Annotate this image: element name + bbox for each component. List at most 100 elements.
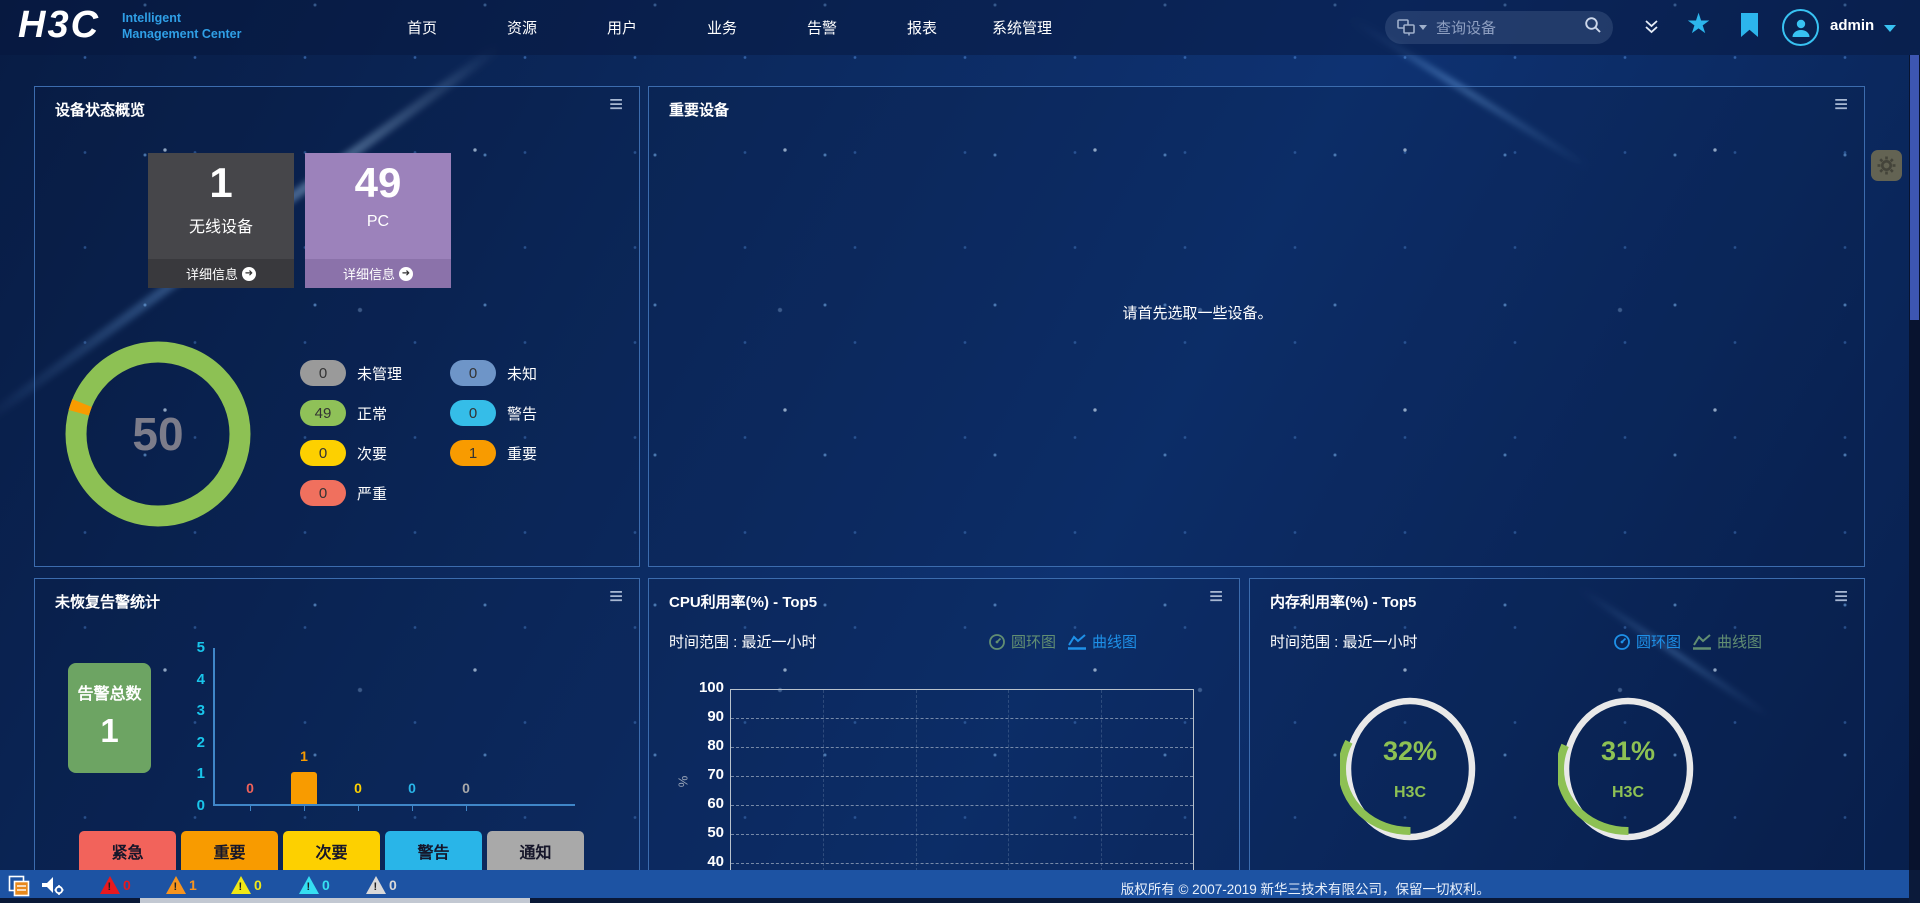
nav-item-home[interactable]: 首页 (372, 17, 472, 38)
button-minor[interactable]: 次要 (283, 831, 380, 871)
widget-settings-button[interactable] (1871, 150, 1902, 181)
button-notice[interactable]: 通知 (487, 831, 584, 871)
important-devices-panel: 重要设备 ≡ 请首先选取一些设备。 (648, 86, 1865, 567)
warning-triangle-icon: ! (299, 876, 319, 894)
footer-alarm-major[interactable]: ! 1 (166, 876, 197, 894)
footer-alarm-urgent[interactable]: ! 0 (100, 876, 131, 894)
alarm-bar-slot-警告: 0 (385, 648, 439, 811)
critical-count-pill[interactable]: 0 (300, 480, 346, 506)
status-legend-col2: 0 未知 0 警告 1 重要 (450, 360, 537, 480)
search-type-caret-icon[interactable] (1419, 25, 1427, 30)
favorites-star-icon[interactable]: ★ (1686, 7, 1711, 40)
cpu-y-axis-unit: % (675, 775, 691, 788)
alarm-bar-value: 1 (300, 748, 308, 765)
main-nav: 首页 资源 用户 业务 告警 报表 系统管理 (372, 0, 1072, 55)
alarm-count: 0 (254, 877, 262, 893)
search-placeholder[interactable]: 查询设备 (1436, 17, 1584, 38)
alarm-y-tick: 0 (196, 797, 205, 814)
alarm-bar-slot-通知: 0 (439, 648, 493, 811)
alarm-bar-value: 0 (462, 780, 470, 796)
cpu-y-tick: 40 (707, 853, 724, 870)
ring-view-toggle[interactable]: 圆环图 (988, 631, 1056, 652)
alarm-bar-value: 0 (408, 780, 416, 796)
collapse-chevron-icon[interactable] (1643, 19, 1660, 41)
horizontal-scrollbar-thumb[interactable] (140, 898, 530, 903)
footer-alarm-minor[interactable]: ! 0 (231, 876, 262, 894)
alarm-y-tick: 3 (196, 702, 205, 720)
nav-item-system[interactable]: 系统管理 (972, 17, 1072, 38)
normal-count-pill[interactable]: 49 (300, 400, 346, 426)
gauge-icon (989, 633, 1005, 650)
ring-view-toggle[interactable]: 圆环图 (1613, 631, 1681, 652)
device-search-box[interactable]: 查询设备 (1385, 11, 1613, 44)
line-view-toggle[interactable]: 曲线图 (1067, 631, 1137, 652)
username[interactable]: admin (1830, 17, 1874, 34)
button-warning[interactable]: 警告 (385, 831, 482, 871)
unmanaged-count-pill[interactable]: 0 (300, 360, 346, 386)
panel-menu-icon[interactable]: ≡ (1209, 583, 1223, 612)
alarm-bar-value: 0 (246, 780, 254, 796)
legend-label: 警告 (507, 405, 538, 423)
vertical-scrollbar-thumb[interactable] (1910, 55, 1919, 320)
alarm-x-tick (412, 806, 413, 811)
nav-item-alarms[interactable]: 告警 (772, 17, 872, 38)
wireless-count: 1 (209, 159, 233, 206)
cpu-usage-panel: CPU利用率(%) - Top5 ≡ 时间范围 : 最近一小时 圆环图 曲线图 … (648, 578, 1240, 903)
vertical-scrollbar[interactable] (1909, 55, 1920, 903)
time-range-label: 时间范围 : 最近一小时 (669, 634, 817, 651)
device-type-icon[interactable] (1397, 19, 1417, 36)
gridline (731, 747, 1193, 748)
detail-link[interactable]: 详细信息 ➜ (305, 259, 451, 288)
empty-state-message: 请首先选取一些设备。 (1122, 305, 1273, 322)
alarm-count: 1 (189, 877, 197, 893)
legend-item-warning: 0 警告 (450, 400, 537, 426)
minor-count-pill[interactable]: 0 (300, 440, 346, 466)
alarm-bar-slot-次要: 0 (331, 648, 385, 811)
panel-menu-icon[interactable]: ≡ (609, 91, 623, 120)
footer-alarm-warning[interactable]: ! 0 (299, 876, 330, 894)
alarm-count: 0 (389, 877, 397, 893)
nav-item-users[interactable]: 用户 (572, 17, 672, 38)
line-chart-icon (1692, 634, 1711, 650)
button-urgent[interactable]: 紧急 (79, 831, 176, 871)
unknown-count-pill[interactable]: 0 (450, 360, 496, 386)
panel-title: 未恢复告警统计 (55, 594, 161, 611)
nav-item-resources[interactable]: 资源 (472, 17, 572, 38)
legend-label: 正常 (357, 405, 388, 423)
legend-item-unmanaged: 0 未管理 (300, 360, 402, 386)
ring-view-label: 圆环图 (1010, 634, 1056, 651)
panel-title: 内存利用率(%) - Top5 (1270, 594, 1417, 611)
search-icon[interactable] (1584, 16, 1602, 39)
copyright-text: 版权所有 © 2007-2019 新华三技术有限公司，保留一切权利。 (1120, 882, 1490, 897)
panel-menu-icon[interactable]: ≡ (1834, 91, 1848, 120)
nav-item-reports[interactable]: 报表 (872, 17, 972, 38)
legend-label: 未管理 (357, 365, 403, 383)
alarm-bar (291, 772, 317, 804)
detail-link[interactable]: 详细信息 ➜ (148, 259, 294, 288)
alarm-y-tick: 1 (196, 765, 205, 783)
user-avatar[interactable] (1782, 9, 1819, 46)
alarm-x-tick (358, 806, 359, 811)
major-count-pill[interactable]: 1 (450, 440, 496, 466)
warning-count-pill[interactable]: 0 (450, 400, 496, 426)
bookmark-icon[interactable] (1741, 13, 1758, 37)
user-menu-caret-icon[interactable] (1884, 25, 1896, 32)
horizontal-scrollbar[interactable] (0, 898, 1909, 903)
device-status-donut: 50 (63, 339, 253, 529)
pc-label: PC (366, 213, 390, 230)
legend-item-minor: 0 次要 (300, 440, 402, 466)
alarm-count: 0 (123, 877, 131, 893)
gridline (731, 776, 1193, 777)
device-status-panel: 设备状态概览 ≡ 1 无线设备 详细信息 ➜ 49 PC 详细信息 ➜ 50 0… (34, 86, 640, 567)
line-view-toggle[interactable]: 曲线图 (1692, 631, 1762, 652)
panel-menu-icon[interactable]: ≡ (1834, 583, 1848, 612)
nav-item-services[interactable]: 业务 (672, 17, 772, 38)
panel-menu-icon[interactable]: ≡ (609, 583, 623, 612)
line-view-label: 曲线图 (1716, 634, 1762, 651)
pc-device-card[interactable]: 49 PC 详细信息 ➜ (305, 153, 451, 288)
memory-gauge-h3c-2: 31% H3C (1556, 694, 1700, 844)
wireless-device-card[interactable]: 1 无线设备 详细信息 ➜ (148, 153, 294, 288)
detail-link-label: 详细信息 (185, 267, 238, 282)
footer-alarm-notice[interactable]: ! 0 (366, 876, 397, 894)
button-major[interactable]: 重要 (181, 831, 278, 871)
